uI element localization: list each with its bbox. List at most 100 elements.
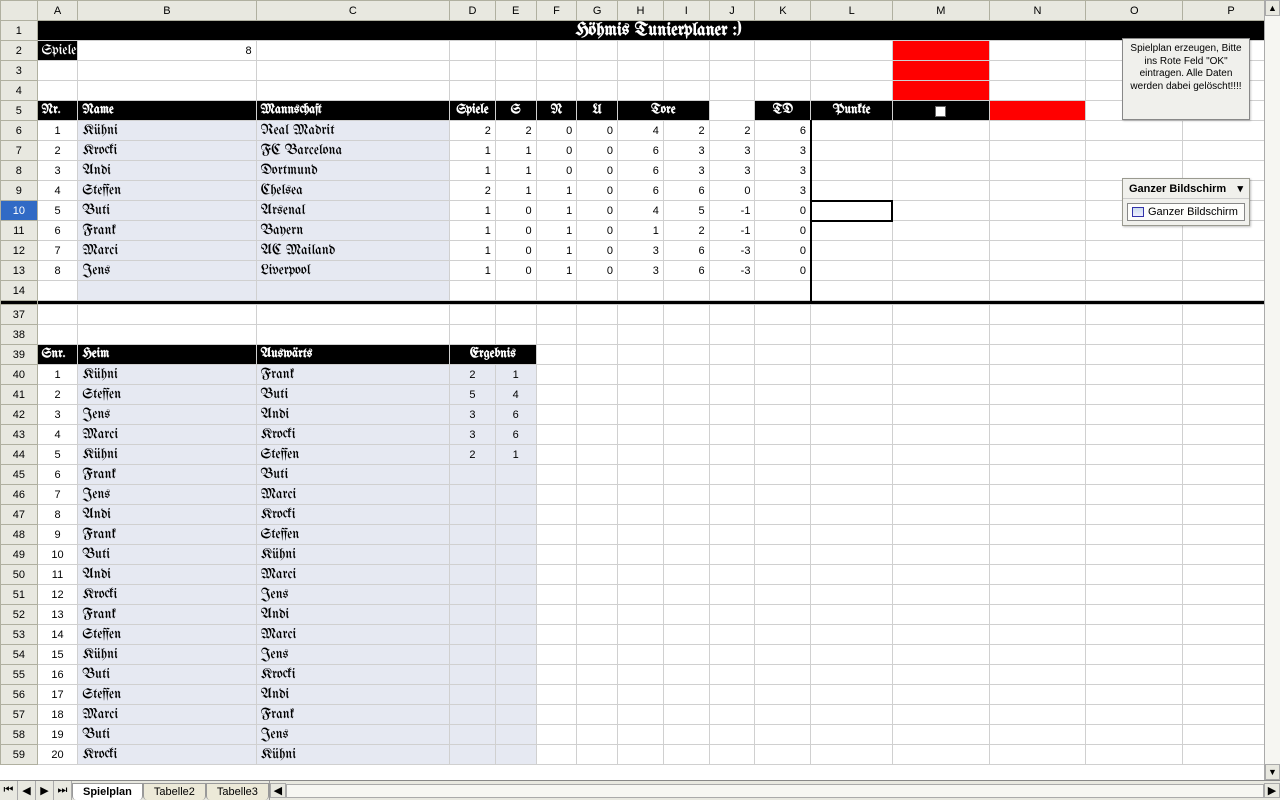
cell[interactable] bbox=[495, 485, 536, 505]
cell[interactable]: 0 bbox=[495, 201, 536, 221]
cell[interactable] bbox=[709, 41, 755, 61]
cell[interactable] bbox=[577, 365, 618, 385]
cell[interactable]: 4 bbox=[618, 121, 664, 141]
cell[interactable] bbox=[256, 61, 449, 81]
cell[interactable] bbox=[536, 61, 577, 81]
cell[interactable] bbox=[78, 281, 256, 301]
sheet-nav-1[interactable]: ◀ bbox=[18, 781, 36, 800]
cell[interactable] bbox=[892, 525, 989, 545]
cell[interactable] bbox=[811, 485, 892, 505]
cell[interactable] bbox=[709, 585, 755, 605]
cell[interactable]: Heim bbox=[78, 345, 256, 365]
cell[interactable] bbox=[755, 445, 811, 465]
cell[interactable]: Steffen bbox=[78, 181, 256, 201]
cell[interactable] bbox=[536, 41, 577, 61]
cell[interactable] bbox=[577, 41, 618, 61]
cell[interactable] bbox=[536, 281, 577, 301]
row-header-11[interactable]: 11 bbox=[1, 221, 38, 241]
cell[interactable] bbox=[618, 505, 664, 525]
cell[interactable] bbox=[450, 665, 496, 685]
cell[interactable] bbox=[1086, 425, 1183, 445]
col-header-M[interactable]: M bbox=[892, 1, 989, 21]
row-header-39[interactable]: 39 bbox=[1, 345, 38, 365]
cell[interactable] bbox=[892, 141, 989, 161]
cell[interactable] bbox=[1086, 485, 1183, 505]
cell[interactable] bbox=[577, 665, 618, 685]
cell[interactable]: Marci bbox=[78, 241, 256, 261]
cell[interactable] bbox=[709, 705, 755, 725]
cell[interactable] bbox=[892, 485, 989, 505]
cell[interactable] bbox=[755, 81, 811, 101]
col-header-L[interactable]: L bbox=[811, 1, 892, 21]
row-header-41[interactable]: 41 bbox=[1, 385, 38, 405]
ok-trigger-cell[interactable] bbox=[892, 81, 989, 101]
cell[interactable] bbox=[1086, 545, 1183, 565]
cell[interactable] bbox=[577, 705, 618, 725]
cell[interactable] bbox=[1086, 605, 1183, 625]
cell[interactable]: Marci bbox=[78, 705, 256, 725]
cell[interactable]: 2 bbox=[663, 221, 709, 241]
cell[interactable]: Frank bbox=[78, 221, 256, 241]
cell[interactable] bbox=[989, 685, 1086, 705]
cell[interactable] bbox=[618, 445, 664, 465]
cell[interactable] bbox=[989, 705, 1086, 725]
cell[interactable] bbox=[811, 665, 892, 685]
col-header-J[interactable]: J bbox=[709, 1, 755, 21]
row-header-2[interactable]: 2 bbox=[1, 41, 38, 61]
row-header-44[interactable]: 44 bbox=[1, 445, 38, 465]
cell[interactable]: Steffen bbox=[78, 685, 256, 705]
cell[interactable] bbox=[989, 121, 1086, 141]
cell[interactable]: Steffen bbox=[78, 625, 256, 645]
cell[interactable]: Tore bbox=[618, 101, 710, 121]
col-header-D[interactable]: D bbox=[450, 1, 496, 21]
cell[interactable] bbox=[989, 61, 1086, 81]
cell[interactable] bbox=[755, 565, 811, 585]
cell[interactable]: 3 bbox=[709, 161, 755, 181]
cell[interactable]: 8 bbox=[37, 261, 78, 281]
cell[interactable] bbox=[618, 685, 664, 705]
cell[interactable]: Spiele bbox=[450, 101, 496, 121]
cell[interactable] bbox=[577, 525, 618, 545]
cell[interactable] bbox=[892, 365, 989, 385]
cell[interactable] bbox=[577, 685, 618, 705]
cell[interactable]: AC Mailand bbox=[256, 241, 449, 261]
cell[interactable] bbox=[989, 505, 1086, 525]
cell[interactable] bbox=[577, 605, 618, 625]
cell[interactable] bbox=[755, 61, 811, 81]
cell[interactable] bbox=[755, 585, 811, 605]
cell[interactable]: Frank bbox=[256, 705, 449, 725]
cell[interactable]: 0 bbox=[495, 221, 536, 241]
row-header-12[interactable]: 12 bbox=[1, 241, 38, 261]
cell[interactable] bbox=[892, 505, 989, 525]
cell[interactable] bbox=[892, 745, 989, 765]
cell[interactable] bbox=[495, 665, 536, 685]
column-header-row[interactable]: ABCDEFGHIJKLMNOP bbox=[1, 1, 1280, 21]
cell[interactable]: 6 bbox=[755, 121, 811, 141]
cell[interactable]: 3 bbox=[37, 405, 78, 425]
cell[interactable] bbox=[892, 121, 989, 141]
cell[interactable]: Name bbox=[78, 101, 256, 121]
cell[interactable]: ▢ bbox=[892, 101, 989, 121]
cell[interactable] bbox=[256, 41, 449, 61]
cell[interactable]: 10 bbox=[37, 545, 78, 565]
cell[interactable] bbox=[811, 685, 892, 705]
cell[interactable] bbox=[450, 745, 496, 765]
cell[interactable]: 1 bbox=[618, 221, 664, 241]
cell[interactable]: 0 bbox=[495, 241, 536, 261]
sheet-nav-3[interactable]: ⏭ bbox=[54, 781, 72, 800]
cell[interactable]: 20 bbox=[37, 745, 78, 765]
sheet-tab-tabelle3[interactable]: Tabelle3 bbox=[206, 783, 269, 800]
cell[interactable] bbox=[256, 81, 449, 101]
cell[interactable]: Krocki bbox=[256, 665, 449, 685]
cell[interactable] bbox=[989, 605, 1086, 625]
cell[interactable] bbox=[536, 745, 577, 765]
cell[interactable] bbox=[989, 241, 1086, 261]
cell[interactable]: 3 bbox=[709, 141, 755, 161]
cell[interactable] bbox=[618, 281, 664, 301]
cell[interactable] bbox=[709, 505, 755, 525]
cell[interactable] bbox=[495, 505, 536, 525]
cell[interactable]: 2 bbox=[450, 121, 496, 141]
cell[interactable] bbox=[37, 61, 78, 81]
cell[interactable] bbox=[1086, 261, 1183, 281]
cell[interactable]: 16 bbox=[37, 665, 78, 685]
